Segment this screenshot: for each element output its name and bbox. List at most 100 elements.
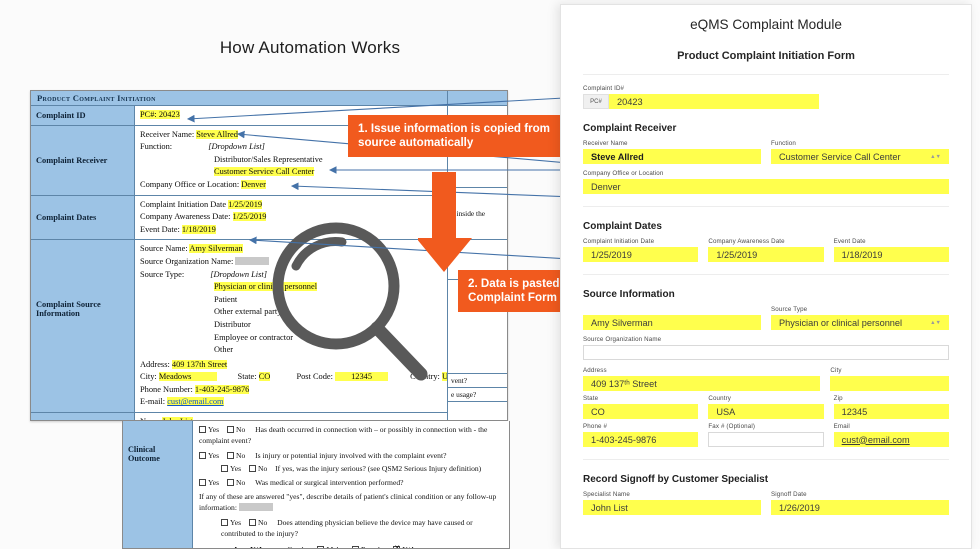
checkbox-gender-male[interactable] [317, 545, 325, 548]
city-label: City: [140, 372, 157, 382]
field-city: City [830, 367, 949, 391]
postcode-label: Post Code: [296, 372, 333, 382]
state-input[interactable]: CO [583, 404, 699, 419]
q5-no-label: No [257, 517, 268, 527]
q4-no-label: No [235, 477, 246, 487]
state-country-zip-row: State CO Country USA Zip 12345 [583, 395, 949, 419]
checkbox-gender-female[interactable] [351, 545, 359, 548]
gender-option-female: Female [361, 545, 383, 548]
row-label-complaint-source: Complaint Source Information [31, 240, 135, 413]
complaint-id-row: PC# 20423 [583, 94, 949, 109]
q5-yes-label: Yes [230, 517, 242, 527]
q2-text: Is injury or potential injury involved w… [255, 450, 447, 460]
source-org-label: Source Organization Name [583, 336, 662, 343]
clinical-question-4: Yes No Was medical or surgical intervent… [199, 477, 503, 488]
field-source-type: Source Type Physician or clinical person… [771, 306, 949, 330]
event-date-value: 1/18/2019 [181, 224, 216, 234]
q3-text: If yes, was the injury serious? (see QSM… [275, 464, 482, 474]
section-title-complaint-dates: Complaint Dates [583, 221, 662, 232]
event-date-label: Event Date: [140, 224, 180, 234]
phone-input[interactable]: 1-403-245-9876 [583, 432, 699, 447]
specialist-name-input[interactable]: John List [583, 500, 761, 515]
specialist-name-label: Specialist Name [583, 491, 630, 498]
receiver-name-input[interactable]: Steve Allred [583, 149, 761, 164]
age-value: N/A [250, 545, 263, 548]
address-label: Address: [140, 359, 170, 369]
country-input[interactable]: USA [708, 404, 824, 419]
phone-fax-email-row: Phone # 1-403-245-9876 Fax # (Optional) … [583, 423, 949, 447]
source-org-input[interactable] [583, 345, 949, 360]
checkbox-q4-yes[interactable] [199, 478, 206, 486]
initiation-date-input[interactable]: 1/25/2019 [583, 247, 699, 262]
city-input[interactable] [830, 376, 949, 391]
field-fax: Fax # (Optional) [708, 423, 824, 447]
q1-yes-label: Yes [208, 425, 220, 434]
source-org-value-empty [235, 256, 270, 265]
source-name-value: Amy Silverman [189, 244, 243, 254]
event-date-input[interactable]: 1/18/2019 [833, 247, 949, 262]
checkbox-q3-no[interactable] [248, 465, 256, 473]
state-label: State [583, 395, 599, 402]
field-source-name: Amy Silverman [583, 306, 761, 330]
checkbox-q1-no[interactable] [226, 426, 234, 433]
address-value: 409 137th Street [171, 359, 228, 369]
clinical-note-field[interactable] [238, 503, 273, 512]
gender-option-na: N/A [402, 545, 415, 548]
table-row: Record Signoff by Customer Specialist Na… [31, 413, 507, 420]
field-signoff-date: Signoff Date 1/26/2019 [771, 491, 949, 515]
complaint-id-input[interactable]: 20423 [609, 94, 819, 109]
company-office-label: Company Office or Location: [140, 179, 240, 189]
function-select[interactable]: Customer Service Call Center ▲▼ [771, 149, 949, 164]
receiver-name-label: Receiver Name [583, 140, 628, 147]
zip-input[interactable]: 12345 [833, 404, 949, 419]
awareness-date-input[interactable]: 1/25/2019 [708, 247, 824, 262]
signoff-date-label: Signoff Date [771, 491, 807, 498]
company-office-value: Denver [241, 179, 266, 189]
checkbox-q4-no[interactable] [226, 478, 234, 486]
fax-label: Fax # (Optional) [708, 423, 756, 430]
awareness-date-label: Company Awareness Date [708, 238, 785, 245]
q2-no-label: No [235, 450, 246, 460]
company-office-input[interactable]: Denver [583, 179, 949, 194]
section-title-source-information: Source Information [583, 289, 675, 300]
right-column-header-cell [448, 91, 507, 106]
divider [583, 274, 949, 275]
row-label-record-signoff: Record Signoff by Customer Specialist [31, 413, 135, 420]
checkbox-gender-na[interactable] [393, 543, 401, 548]
checkbox-q1-yes[interactable] [199, 426, 206, 433]
signoff-date-input[interactable]: 1/26/2019 [771, 500, 949, 515]
field-initiation-date: Complaint Initiation Date 1/25/2019 [583, 238, 699, 262]
fax-input[interactable] [708, 432, 824, 447]
checkbox-q2-yes[interactable] [199, 451, 206, 459]
slide-canvas: How Automation Works Product Complaint I… [0, 0, 980, 549]
email-input[interactable]: cust@email.com [833, 432, 949, 447]
zip-label: Zip [833, 395, 843, 402]
checkbox-q5-no[interactable] [248, 518, 256, 526]
age-label: Age: [233, 545, 248, 548]
receiver-row-1: Receiver Name Steve Allred Function Cust… [583, 140, 949, 164]
email-value: cust@email.com [167, 397, 224, 407]
checkbox-q5-yes[interactable] [221, 518, 228, 526]
complaint-id-value: PC#: 20423 [140, 110, 180, 119]
q3-no-label: No [257, 464, 268, 474]
clinical-outcome-body: Yes No Has death occurred in connection … [193, 421, 509, 548]
address-input[interactable]: 409 137ᵗʰ Street [583, 376, 821, 391]
source-type-label: Source Type [771, 306, 808, 313]
source-name-input[interactable]: Amy Silverman [583, 315, 761, 330]
receiver-name-label: Receiver Name: [140, 129, 195, 139]
gender-label: Gender: [287, 545, 311, 548]
signoff-row: Specialist Name John List Signoff Date 1… [583, 491, 949, 515]
checkbox-q3-yes[interactable] [221, 465, 228, 473]
source-type-select[interactable]: Physician or clinical personnel ▲▼ [771, 315, 949, 330]
field-event-date: Event Date 1/18/2019 [833, 238, 949, 262]
function-label: Function [771, 140, 796, 147]
callout-1: 1. Issue information is copied from sour… [348, 115, 560, 158]
source-type-selected-value: Physician or clinical personnel [779, 317, 903, 328]
phone-label: Phone # [583, 423, 608, 430]
function-selected-value: Customer Service Call Center [779, 151, 901, 162]
checkbox-q2-no[interactable] [226, 451, 234, 459]
receiver-name-value: Steve Allred [196, 129, 238, 139]
section-title-complaint-receiver: Complaint Receiver [583, 123, 677, 134]
clinical-question-1: Yes No Has death occurred in connection … [199, 424, 503, 447]
row-label-complaint-id: Complaint ID [31, 106, 135, 125]
